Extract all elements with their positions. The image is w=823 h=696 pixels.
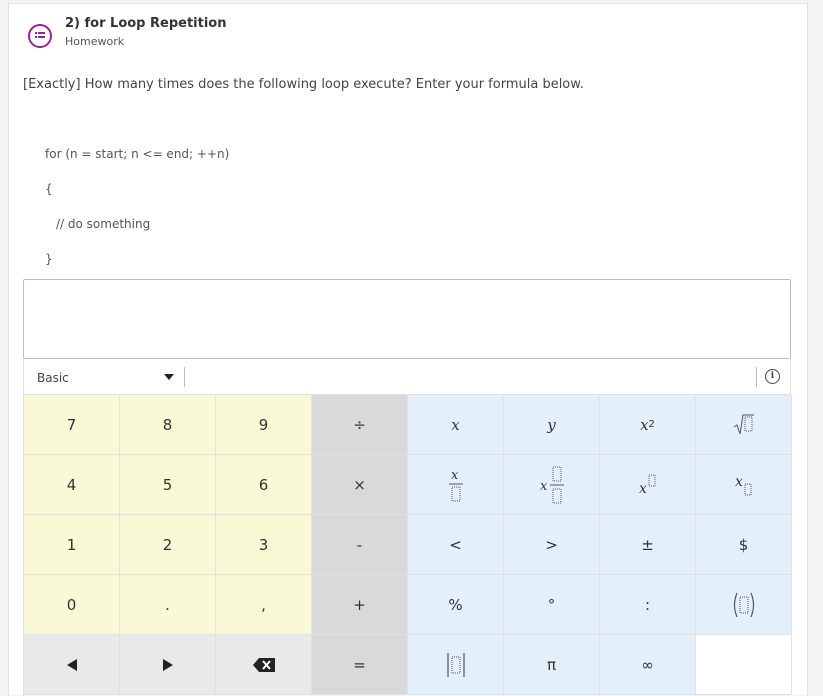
key-cursor-left[interactable] xyxy=(24,635,120,695)
key-divide[interactable]: ÷ xyxy=(312,395,408,455)
code-line-for: for (n = start; n <= end; ++n) xyxy=(45,147,230,161)
key-parentheses[interactable] xyxy=(696,575,792,635)
svg-text:x: x xyxy=(451,468,459,483)
fraction-icon: x xyxy=(448,468,463,501)
question-text: [Exactly] How many times does the follow… xyxy=(23,77,584,92)
key-degree[interactable]: ° xyxy=(504,575,600,635)
key-1[interactable]: 1 xyxy=(24,515,120,575)
assignment-title: 2) for Loop Repetition xyxy=(65,16,227,31)
key-decimal[interactable]: . xyxy=(120,575,216,635)
question-card: 2) for Loop Repetition Homework [Exactly… xyxy=(8,3,808,696)
absolute-value-icon xyxy=(446,652,465,677)
key-less-than[interactable]: < xyxy=(408,515,504,575)
discussion-list-icon xyxy=(28,24,52,48)
key-3[interactable]: 3 xyxy=(216,515,312,575)
key-plus[interactable]: + xyxy=(312,575,408,635)
backspace-icon xyxy=(252,657,275,672)
info-icon[interactable]: i xyxy=(765,369,780,384)
key-absolute-value[interactable] xyxy=(408,635,504,695)
key-greater-than[interactable]: > xyxy=(504,515,600,575)
key-percent[interactable]: % xyxy=(408,575,504,635)
key-colon[interactable]: : xyxy=(600,575,696,635)
key-9[interactable]: 9 xyxy=(216,395,312,455)
code-line-comment: // do something xyxy=(56,217,151,231)
key-y[interactable]: y xyxy=(504,395,600,455)
key-7[interactable]: 7 xyxy=(24,395,120,455)
x-squared-base: x xyxy=(640,415,649,434)
key-infinity[interactable]: ∞ xyxy=(600,635,696,695)
code-line-open-brace: { xyxy=(45,182,53,196)
math-keypad: 7 8 9 ÷ x y x2 4 5 6 × x x x x 1 2 3 - <… xyxy=(23,394,792,696)
toolbar-divider xyxy=(756,367,757,387)
key-8[interactable]: 8 xyxy=(120,395,216,455)
key-minus[interactable]: - xyxy=(312,515,408,575)
key-x[interactable]: x xyxy=(408,395,504,455)
caret-down-icon xyxy=(164,374,174,380)
key-mixed-fraction[interactable]: x xyxy=(504,455,600,515)
keypad-mode-dropdown[interactable]: Basic xyxy=(24,359,184,394)
svg-text:x: x xyxy=(639,481,647,497)
key-superscript[interactable]: x xyxy=(600,455,696,515)
x-squared-exponent: 2 xyxy=(648,419,655,430)
key-comma[interactable]: , xyxy=(216,575,312,635)
key-sqrt[interactable] xyxy=(696,395,792,455)
mixed-fraction-icon: x xyxy=(540,466,564,503)
keypad-mode-label: Basic xyxy=(37,371,69,385)
superscript-icon: x xyxy=(639,474,655,497)
key-fraction[interactable]: x xyxy=(408,455,504,515)
assignment-type: Homework xyxy=(65,35,125,48)
keypad-empty-cell xyxy=(696,635,792,695)
key-multiply[interactable]: × xyxy=(312,455,408,515)
math-toolbar: Basic i xyxy=(23,359,791,394)
toolbar-divider xyxy=(184,367,185,387)
key-subscript[interactable]: x xyxy=(696,455,792,515)
key-dollar[interactable]: $ xyxy=(696,515,792,575)
square-root-icon xyxy=(733,414,754,434)
key-pi[interactable]: π xyxy=(504,635,600,695)
key-4[interactable]: 4 xyxy=(24,455,120,515)
key-2[interactable]: 2 xyxy=(120,515,216,575)
key-equals[interactable]: = xyxy=(312,635,408,695)
subscript-icon: x xyxy=(735,474,751,495)
key-5[interactable]: 5 xyxy=(120,455,216,515)
key-backspace[interactable] xyxy=(216,635,312,695)
svg-text:x: x xyxy=(735,474,743,490)
svg-text:x: x xyxy=(540,479,548,494)
code-line-close-brace: } xyxy=(45,252,53,266)
parentheses-icon xyxy=(733,592,754,617)
arrow-left-icon xyxy=(66,658,77,671)
arrow-right-icon xyxy=(162,658,173,671)
key-cursor-right[interactable] xyxy=(120,635,216,695)
key-plus-minus[interactable]: ± xyxy=(600,515,696,575)
answer-input[interactable] xyxy=(23,279,791,359)
key-0[interactable]: 0 xyxy=(24,575,120,635)
key-x-squared[interactable]: x2 xyxy=(600,395,696,455)
key-6[interactable]: 6 xyxy=(216,455,312,515)
